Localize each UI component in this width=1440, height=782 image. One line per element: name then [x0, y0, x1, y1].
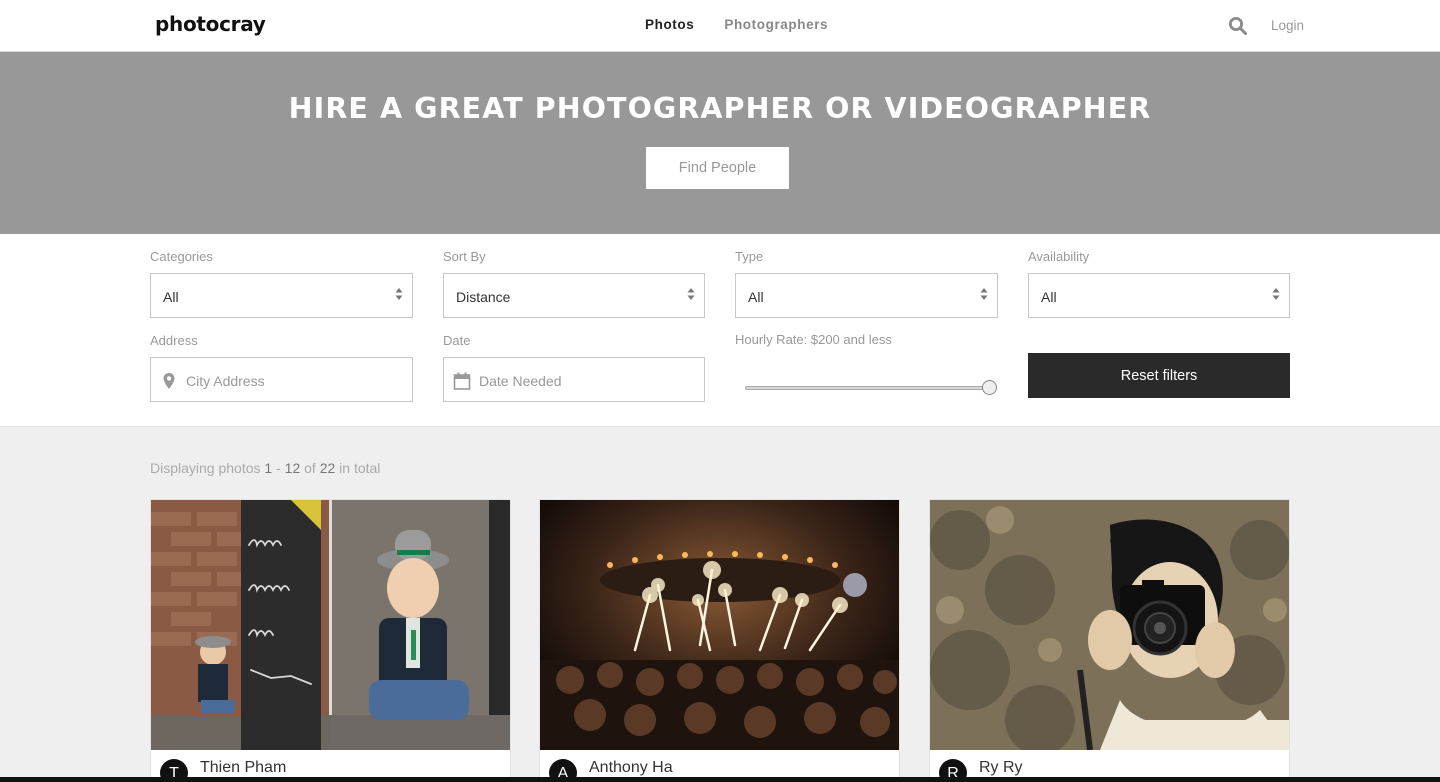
date-label: Date — [443, 333, 471, 348]
nav-photographers[interactable]: Photographers — [724, 17, 828, 32]
nav-photos[interactable]: Photos — [645, 17, 694, 32]
photographer-camera-photo[interactable] — [930, 500, 1289, 750]
categories-label: Categories — [150, 249, 213, 264]
results-suffix: in total — [339, 460, 381, 476]
map-pin-icon — [163, 373, 175, 389]
calendar-icon — [453, 372, 471, 390]
address-input[interactable]: City Address — [150, 357, 413, 402]
photographer-name[interactable]: Thien Pham — [200, 759, 286, 777]
select-arrows-icon — [395, 288, 403, 300]
results-end: 12 — [284, 460, 301, 476]
availability-label: Availability — [1028, 249, 1090, 264]
categories-select[interactable]: All — [150, 273, 413, 318]
type-label: Type — [735, 249, 764, 264]
results-total: 22 — [319, 460, 336, 476]
results-of: of — [304, 460, 316, 476]
sort-by-select[interactable]: Distance — [443, 273, 705, 318]
photographer-name[interactable]: Ry Ry — [979, 759, 1023, 777]
address-placeholder: City Address — [186, 373, 265, 389]
address-label: Address — [150, 333, 198, 348]
categories-value: All — [163, 289, 179, 305]
photo-card[interactable]: R Ry Ry — [929, 499, 1290, 782]
search-icon[interactable] — [1228, 16, 1248, 36]
hero-title: HIRE A GREAT PHOTOGRAPHER OR VIDEOGRAPHE… — [288, 92, 1152, 125]
photo-card[interactable]: A Anthony Ha — [539, 499, 900, 782]
hourly-rate-label: Hourly Rate: $200 and less — [735, 332, 892, 347]
top-navigation-bar: photocray Photos Photographers Login — [0, 0, 1440, 52]
results-prefix: Displaying photos — [150, 460, 261, 476]
sort-by-label: Sort By — [443, 249, 486, 264]
find-people-button[interactable]: Find People — [646, 147, 789, 189]
photographer-name[interactable]: Anthony Ha — [589, 759, 673, 777]
slider-track — [745, 386, 990, 390]
filters-panel: Categories All Sort By Distance Type All… — [0, 234, 1440, 427]
main-nav: Photos Photographers — [645, 17, 828, 32]
reset-filters-button[interactable]: Reset filters — [1028, 353, 1290, 398]
type-value: All — [748, 289, 764, 305]
select-arrows-icon — [1272, 288, 1280, 300]
photo-card[interactable]: T Thien Pham — [150, 499, 511, 782]
date-input[interactable]: Date Needed — [443, 357, 705, 402]
results-start: 1 — [264, 460, 273, 476]
hero-banner: HIRE A GREAT PHOTOGRAPHER OR VIDEOGRAPHE… — [0, 52, 1440, 234]
date-placeholder: Date Needed — [479, 373, 562, 389]
logo[interactable]: photocray — [155, 12, 266, 36]
results-summary: Displaying photos 1 - 12 of 22 in total — [150, 460, 380, 476]
birthday-toddler-photo[interactable] — [151, 500, 510, 750]
slider-handle[interactable] — [982, 380, 997, 395]
type-select[interactable]: All — [735, 273, 998, 318]
bottom-edge-bar — [0, 777, 1440, 782]
login-link[interactable]: Login — [1271, 18, 1304, 33]
availability-select[interactable]: All — [1028, 273, 1290, 318]
select-arrows-icon — [687, 288, 695, 300]
availability-value: All — [1041, 289, 1057, 305]
results-sep: - — [276, 460, 281, 476]
select-arrows-icon — [980, 288, 988, 300]
hourly-rate-slider[interactable] — [745, 380, 998, 396]
party-sparklers-photo[interactable] — [540, 500, 899, 750]
sort-by-value: Distance — [456, 289, 511, 305]
